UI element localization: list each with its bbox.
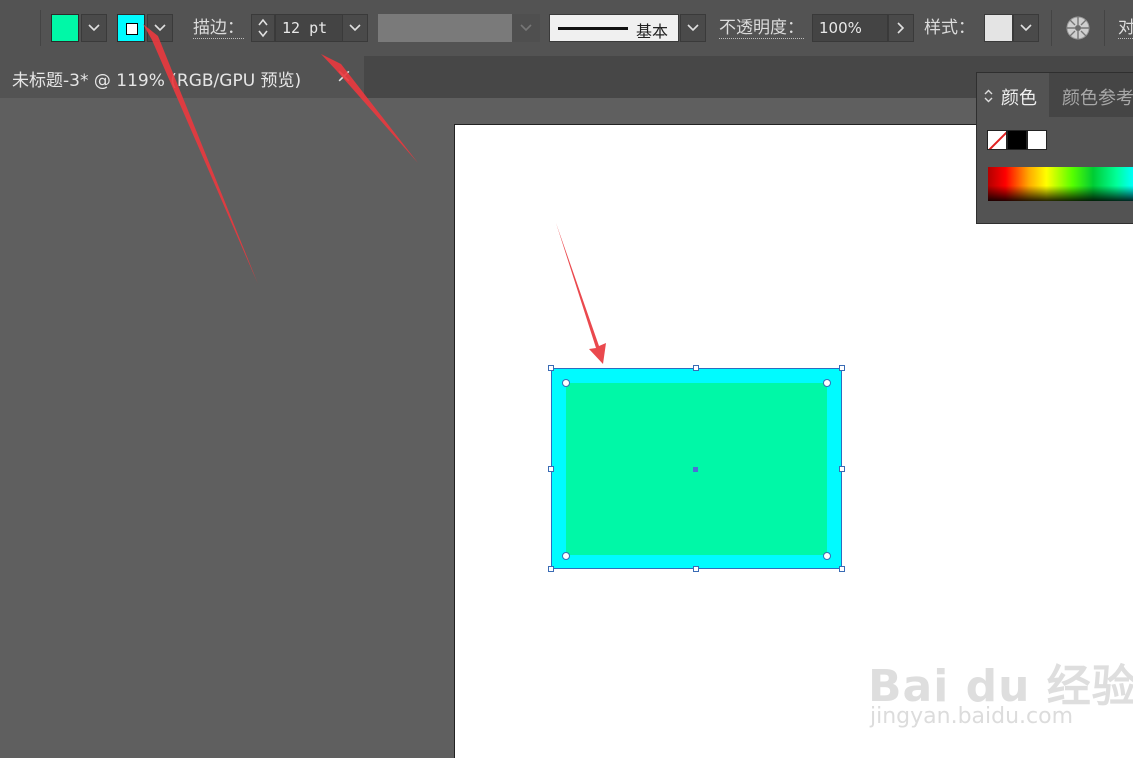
recolor-artwork-icon[interactable] (1065, 15, 1091, 41)
stroke-dropdown-button[interactable] (147, 14, 173, 42)
selection-handle[interactable] (839, 566, 845, 572)
stroke-weight-stepper[interactable] (251, 14, 275, 42)
color-spectrum[interactable] (988, 167, 1133, 201)
fill-dropdown-button[interactable] (81, 14, 107, 42)
tab-color[interactable]: 颜色 (977, 73, 1049, 117)
selection-handle[interactable] (693, 365, 699, 371)
tab-color-label: 颜色 (1001, 88, 1037, 109)
white-swatch[interactable] (1027, 130, 1047, 150)
stepper-arrows-icon (258, 18, 268, 38)
stroke-color-swatch[interactable] (117, 14, 145, 42)
stroke-indicator-icon (126, 23, 138, 35)
align-label[interactable]: 对 (1118, 18, 1133, 39)
chevron-down-icon (520, 24, 532, 32)
brush-definition-field[interactable]: 基本 (549, 14, 679, 42)
variable-width-profile[interactable] (378, 14, 512, 42)
center-point (693, 467, 698, 472)
corner-radius-widget[interactable] (823, 552, 831, 560)
corner-radius-widget[interactable] (562, 379, 570, 387)
selection-handle[interactable] (693, 566, 699, 572)
color-panel: 颜色 颜色参考 (976, 72, 1133, 224)
tab-color-guide[interactable]: 颜色参考 (1062, 84, 1133, 110)
brush-dropdown-button[interactable] (680, 14, 706, 42)
corner-radius-widget[interactable] (823, 379, 831, 387)
fill-color-swatch[interactable] (51, 14, 79, 42)
none-swatch-icon[interactable] (987, 130, 1007, 150)
brush-stroke-preview (558, 27, 628, 30)
chevron-right-icon (897, 22, 905, 34)
selection-handle[interactable] (839, 365, 845, 371)
document-tab[interactable]: 未标题-3* @ 119% (RGB/GPU 预览) × (0, 56, 364, 98)
selection-handle[interactable] (548, 566, 554, 572)
chevron-down-icon (687, 24, 699, 32)
close-icon[interactable]: × (336, 65, 352, 87)
opacity-expand-button[interactable] (888, 14, 914, 42)
control-bar: 描边： 12 pt 基本 不透明度： 100% 样式： 对 (0, 0, 1133, 57)
divider (1104, 10, 1105, 46)
stroke-weight-input[interactable]: 12 pt (275, 14, 343, 42)
chevron-down-icon (88, 24, 100, 32)
opacity-input[interactable]: 100% (812, 14, 888, 42)
chevron-down-icon (349, 24, 361, 32)
opacity-label[interactable]: 不透明度： (719, 18, 804, 39)
corner-radius-widget[interactable] (562, 552, 570, 560)
selection-handle[interactable] (548, 466, 554, 472)
selection-handle[interactable] (548, 365, 554, 371)
graphic-style-dropdown-button[interactable] (1013, 14, 1039, 42)
updown-arrows-icon[interactable] (984, 89, 993, 103)
style-label: 样式： (924, 18, 975, 38)
stroke-label[interactable]: 描边： (193, 18, 244, 39)
stroke-weight-dropdown-button[interactable] (342, 14, 368, 42)
black-swatch[interactable] (1007, 130, 1027, 150)
selection-handle[interactable] (839, 466, 845, 472)
document-tab-bar: 未标题-3* @ 119% (RGB/GPU 预览) × (0, 56, 1133, 98)
baidu-watermark-url: jingyan.baidu.com (870, 704, 1074, 729)
chevron-down-icon (154, 24, 166, 32)
divider (1051, 10, 1052, 46)
chevron-down-icon (1020, 24, 1032, 32)
divider (40, 10, 41, 46)
document-tab-title: 未标题-3* @ 119% (RGB/GPU 预览) (12, 71, 302, 91)
brush-name: 基本 (636, 22, 669, 41)
variable-width-dropdown-button[interactable] (512, 14, 540, 42)
color-panel-tabs: 颜色 颜色参考 (977, 73, 1133, 117)
graphic-style-swatch[interactable] (984, 14, 1013, 42)
